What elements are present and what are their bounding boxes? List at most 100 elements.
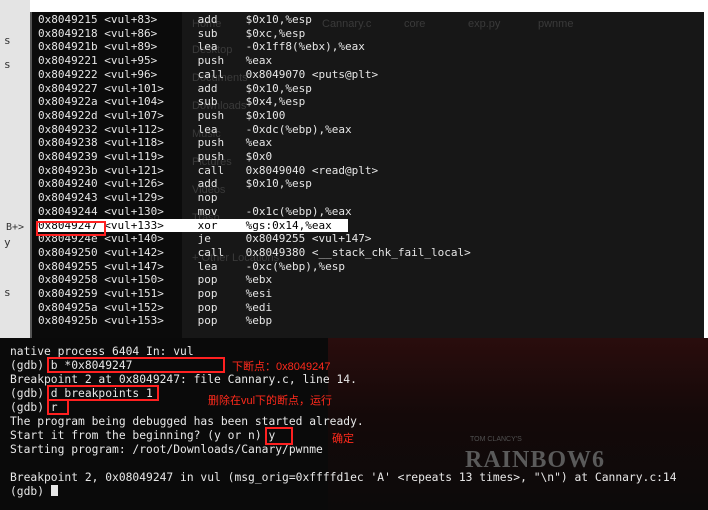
asm-line: 0x804925b <vul+153> pop %ebp — [38, 314, 272, 328]
asm-line: 0x804922a <vul+104> sub $0x4,%esp — [38, 95, 305, 109]
highlight-box-run-cmd — [47, 399, 69, 415]
strip-char: s — [4, 58, 11, 71]
asm-mnemonic: call — [197, 245, 225, 259]
asm-offset: <vul+130> — [97, 204, 164, 218]
ghost-file: exp.py — [468, 18, 501, 30]
asm-address: 0x8049250 — [38, 245, 98, 259]
wallpaper-logo-text: RAINBOW6 — [465, 447, 606, 473]
asm-offset: <vul+104> — [97, 95, 164, 109]
asm-line: 0x8049250 <vul+142> call 0x8049380 <__stac… — [38, 246, 471, 260]
asm-operands: 0x8049040 <read@plt> — [245, 163, 379, 177]
asm-operands: %ebx — [245, 273, 273, 287]
asm-line: 0x8049227 <vul+101> add $0x10,%esp — [38, 82, 312, 96]
asm-mnemonic: nop — [197, 191, 218, 205]
asm-address: 0x8049227 — [38, 81, 98, 95]
asm-line: 0x8049258 <vul+150> pop %ebx — [38, 273, 272, 287]
asm-address: 0x804925a — [38, 300, 98, 314]
asm-address: 0x804921b — [38, 40, 98, 54]
asm-address: 0x8049239 — [38, 150, 98, 163]
gdb-command-terminal[interactable]: TOM CLANCY'S RAINBOW6 native process 640… — [0, 338, 708, 510]
asm-offset: <vul+112> — [97, 122, 164, 136]
asm-operands: -0xc(%ebp),%esp — [245, 259, 345, 273]
asm-operands: $0x10,%esp — [245, 81, 312, 95]
asm-operands: %ebp — [245, 314, 273, 328]
ghost-file: core — [404, 18, 426, 30]
terminal-prompt[interactable]: (gdb) — [10, 485, 58, 498]
asm-address: 0x8049215 — [38, 13, 98, 26]
asm-mnemonic: add — [197, 81, 218, 95]
asm-operands: 0x8049380 <__stack_chk_fail_local> — [245, 245, 471, 259]
asm-address: 0x8049238 — [38, 136, 98, 150]
asm-mnemonic: push — [197, 136, 225, 150]
asm-operands: 0x8049070 <puts@plt> — [245, 67, 379, 81]
asm-mnemonic: pop — [197, 273, 218, 287]
asm-operands: $0x10,%esp — [245, 177, 312, 191]
asm-operands: %edi — [245, 300, 273, 314]
asm-line: 0x8049255 <vul+147> lea -0xc(%ebp),%esp — [38, 260, 345, 274]
asm-address: 0x8049218 — [38, 26, 98, 40]
asm-mnemonic: call — [197, 67, 225, 81]
asm-line: 0x8049243 <vul+129> nop — [38, 191, 246, 205]
highlight-box-current-addr — [36, 221, 106, 236]
asm-line: 0x8049218 <vul+86> sub $0xc,%esp — [38, 27, 305, 41]
annotation-confirm: 确定 — [332, 433, 354, 445]
asm-line: 0x8049259 <vul+151> pop %esi — [38, 287, 272, 301]
asm-address: 0x8049240 — [38, 177, 98, 191]
asm-mnemonic: add — [197, 13, 218, 26]
asm-mnemonic: je — [197, 232, 211, 246]
asm-line: 0x8049240 <vul+126> add $0x10,%esp — [38, 177, 312, 191]
asm-line: 0x8049239 <vul+119> push $0x0 — [38, 150, 272, 164]
asm-operands: -0x1ff8(%ebx),%eax — [245, 40, 365, 54]
asm-address: 0x8049244 — [38, 204, 98, 218]
asm-operands: %eax — [245, 136, 273, 150]
strip-char: s — [4, 286, 11, 299]
highlight-box-breakpoint-cmd — [47, 357, 225, 373]
asm-offset: <vul+89> — [97, 40, 158, 54]
asm-offset: <vul+96> — [97, 67, 158, 81]
terminal-line: The program being debugged has been star… — [10, 415, 364, 428]
asm-mnemonic: add — [197, 177, 218, 191]
asm-mnemonic: lea — [197, 40, 218, 54]
asm-mnemonic: pop — [197, 314, 218, 328]
asm-operands: %gs:0x14,%eax — [245, 218, 332, 232]
asm-line: 0x804921b <vul+89> lea -0x1ff8(%ebx),%eax — [38, 40, 365, 54]
asm-operands: $0x4,%esp — [245, 95, 306, 109]
asm-address: 0x8049243 — [38, 191, 98, 205]
asm-offset: <vul+95> — [97, 54, 158, 68]
highlight-box-confirm — [265, 427, 293, 445]
wallpaper-art — [328, 338, 708, 510]
gdb-asm-window[interactable]: Home Desktop Documents Downloads Music P… — [30, 12, 704, 338]
asm-mnemonic: pop — [197, 300, 218, 314]
asm-line: 0x8049238 <vul+118> push %eax — [38, 136, 272, 150]
asm-address: 0x8049221 — [38, 54, 98, 68]
asm-offset: <vul+151> — [97, 287, 164, 300]
asm-line: 0x804922d <vul+107> push $0x100 — [38, 109, 285, 123]
left-window-strip: s s y s — [0, 0, 30, 345]
asm-offset: <vul+142> — [97, 245, 164, 259]
asm-line: 0x8049221 <vul+95> push %eax — [38, 54, 272, 68]
asm-mnemonic: call — [197, 163, 225, 177]
asm-offset: <vul+150> — [97, 273, 164, 287]
asm-offset: <vul+153> — [97, 314, 164, 328]
asm-operands: $0xc,%esp — [245, 26, 306, 40]
asm-line: 0x804925a <vul+152> pop %edi — [38, 301, 272, 315]
asm-line: 0x8049215 <vul+83> add $0x10,%esp — [38, 13, 312, 27]
asm-offset: <vul+129> — [97, 191, 164, 205]
asm-address: 0x804925b — [38, 314, 98, 328]
asm-offset: <vul+101> — [97, 81, 164, 95]
asm-mnemonic: push — [197, 54, 225, 68]
asm-operands: -0xdc(%ebp),%eax — [245, 122, 352, 136]
terminal-cursor — [50, 485, 58, 496]
ghost-file: Cannary.c — [322, 18, 372, 30]
prompt-text: (gdb) — [10, 485, 51, 498]
asm-mnemonic: push — [197, 108, 225, 122]
asm-operands: $0x100 — [245, 108, 286, 122]
asm-offset: <vul+147> — [97, 259, 164, 273]
asm-line: 0x8049244 <vul+130> mov -0x1c(%ebp),%eax — [38, 205, 352, 219]
terminal-line: Breakpoint 2, 0x08049247 in vul (msg_ori… — [10, 471, 677, 484]
asm-mnemonic: sub — [197, 26, 218, 40]
asm-operands: $0x0 — [245, 150, 273, 163]
asm-offset: <vul+121> — [97, 163, 164, 177]
asm-mnemonic: xor — [197, 218, 218, 232]
asm-mnemonic: lea — [197, 259, 218, 273]
